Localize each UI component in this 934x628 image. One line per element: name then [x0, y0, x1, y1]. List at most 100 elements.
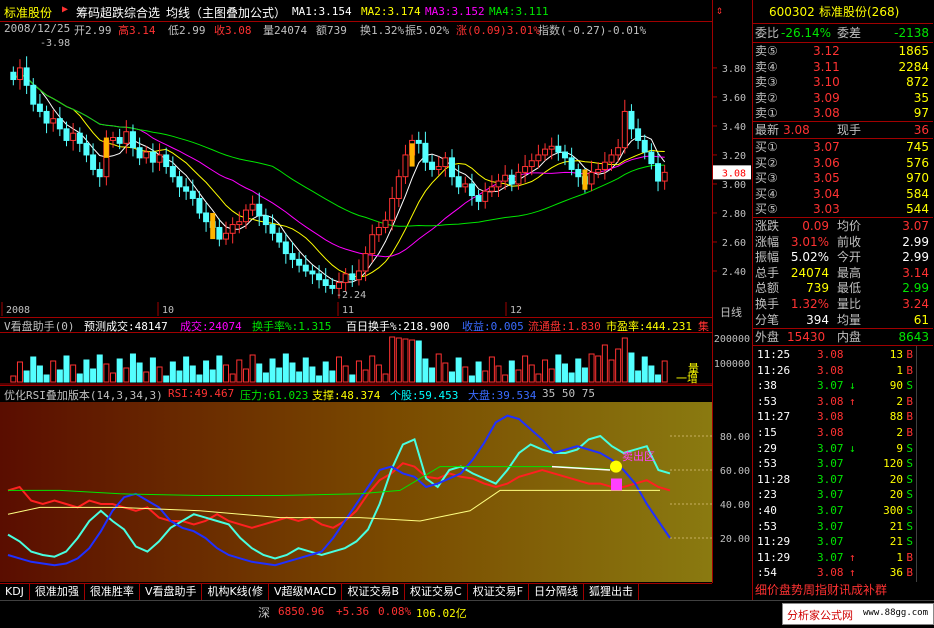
indicator-tab[interactable]: 机构K线(修: [202, 584, 269, 600]
volume-pane-header: V看盘助手(0) 预测成交:48147 成交:24074 换手率%:1.315 …: [0, 317, 712, 333]
trade-tick-row: :54 3.08 ↑ 36 B: [753, 565, 933, 581]
market-index: 6850.96: [278, 605, 325, 618]
volume-bar: [641, 356, 648, 383]
tick-volume: 13: [889, 348, 903, 361]
volume-bar: [575, 358, 582, 383]
pressure-value: 压力:61.023: [240, 389, 309, 402]
volume-bar: [628, 352, 635, 383]
volume-bar: [23, 370, 30, 383]
volume-bar: [156, 366, 163, 383]
bid-price: 3.03: [813, 202, 840, 216]
tick-arrow: ↑: [849, 394, 856, 408]
stat-key: 今开: [837, 250, 862, 265]
tick-side: B: [906, 348, 913, 361]
ask-label: 卖①: [755, 106, 778, 120]
indicator-tab[interactable]: 权证交易B: [342, 584, 406, 600]
candle: [183, 178, 190, 200]
volume-bar: [495, 365, 502, 383]
volume-bar: [149, 357, 156, 383]
month-label: 2008: [6, 305, 30, 316]
stat-value: 2.99: [902, 281, 929, 296]
smiley-icon: [610, 460, 622, 473]
stat-row: 分笔 394 均量 61: [753, 312, 933, 328]
tick-price: 3.07: [817, 457, 844, 471]
tick-side: S: [906, 379, 913, 393]
turnover-rate: 换手率%:1.315: [252, 320, 332, 333]
tick-volume: 9: [896, 441, 903, 455]
tick-price: 3.07: [817, 441, 844, 455]
quote-panel: 600302 标准股份(268) 委比 -26.14% 委差 -2138 卖⑤ 3…: [752, 0, 934, 600]
volume-bar: [110, 372, 117, 383]
rsi-tick: 40.00: [720, 500, 750, 511]
volume-bar: [50, 360, 57, 383]
candle: [189, 179, 196, 206]
tick-time: :54: [757, 566, 777, 580]
volume-bar: [163, 375, 170, 383]
indicator-tab[interactable]: 日分隔线: [529, 584, 585, 600]
last-price: 3.08: [783, 123, 810, 137]
candlestick-chart[interactable]: -3.98-2.242008 10 11 12量一增卖出区: [0, 0, 712, 583]
trade-tick-row: 11:27 3.08 88 B: [753, 409, 933, 425]
candle: [163, 147, 170, 174]
candle: [542, 143, 549, 161]
candle: [661, 165, 668, 190]
indicator-tab[interactable]: 权证交易F: [468, 584, 530, 600]
candle: [296, 252, 303, 273]
tick-side: S: [906, 441, 913, 455]
ask-label: 卖②: [755, 90, 778, 105]
bid-volume: 544: [906, 202, 929, 216]
volume-bar: [568, 372, 575, 383]
volume-bar: [316, 375, 323, 383]
price-tick: 2.40: [722, 267, 746, 278]
candle: [535, 144, 542, 168]
volume-bar: [282, 353, 289, 383]
indicator-tab[interactable]: 很准胜率: [85, 584, 140, 600]
stat-key: 涨跌: [755, 219, 780, 233]
volume-bar: [382, 373, 389, 383]
volume-bar: [349, 374, 356, 383]
rsi-tick: 20.00: [720, 534, 750, 545]
ask-price: 3.09: [813, 90, 840, 105]
volume-bar: [488, 356, 495, 383]
candle: [588, 160, 595, 192]
tick-side: S: [906, 504, 913, 517]
volume-bar: [216, 355, 223, 383]
volume-bar: [309, 366, 316, 383]
support-value: 支撑:48.374: [312, 389, 381, 402]
stat-value: 1.32%: [790, 297, 829, 311]
candle: [216, 218, 223, 247]
sell-zone-label: 卖出区: [622, 449, 655, 463]
bid-volume: 970: [906, 171, 929, 185]
tick-price: 3.07: [817, 488, 844, 502]
candle: [349, 265, 356, 287]
bid-label: 买④: [755, 186, 778, 201]
volume-bar: [362, 369, 369, 383]
trade-tick-row: :29 3.07 ↓ 9 S: [753, 441, 933, 457]
indicator-tabs: KDJ 很准加强 很准胜率 V看盘助手 机构K线(修 V超级MACD 权证交易B 权证交易C 权…: [0, 583, 712, 600]
ask-label: 卖⑤: [755, 44, 778, 58]
indicator-tab[interactable]: KDJ: [0, 584, 30, 600]
ask-row: 卖③ 3.10 872: [753, 74, 933, 90]
volume-bar: [462, 366, 469, 383]
ask-volume: 35: [913, 90, 929, 105]
trade-tick-row: :23 3.07 20 S: [753, 487, 933, 503]
candle: [289, 241, 296, 269]
stat-row: 换手 1.32% 量比 3.24: [753, 296, 933, 312]
candle: [76, 127, 83, 153]
quote-bottom-tabs[interactable]: 细价盘势周指财讯成补群: [753, 582, 933, 598]
ask-volume: 872: [906, 75, 929, 89]
indicator-tab[interactable]: V超级MACD: [269, 584, 343, 600]
tick-side: S: [906, 457, 913, 471]
indicator-tab[interactable]: 狐狸出击: [584, 584, 640, 600]
trade-tick-row: :53 3.07 120 S: [753, 456, 933, 472]
tick-scrollbar[interactable]: [916, 346, 929, 582]
trade-tick-row: :53 3.07 21 S: [753, 519, 933, 535]
indicator-tab[interactable]: 很准加强: [30, 584, 85, 600]
stat-value: 3.24: [902, 297, 929, 311]
indicator-tab[interactable]: 权证交易C: [405, 584, 468, 600]
indicator-tab[interactable]: V看盘助手: [140, 584, 203, 600]
candle: [601, 152, 608, 180]
expand-arrow-icon[interactable]: ⇕: [716, 3, 723, 17]
tick-side: B: [906, 410, 913, 424]
market-value: 大盘:39.534: [468, 389, 537, 402]
